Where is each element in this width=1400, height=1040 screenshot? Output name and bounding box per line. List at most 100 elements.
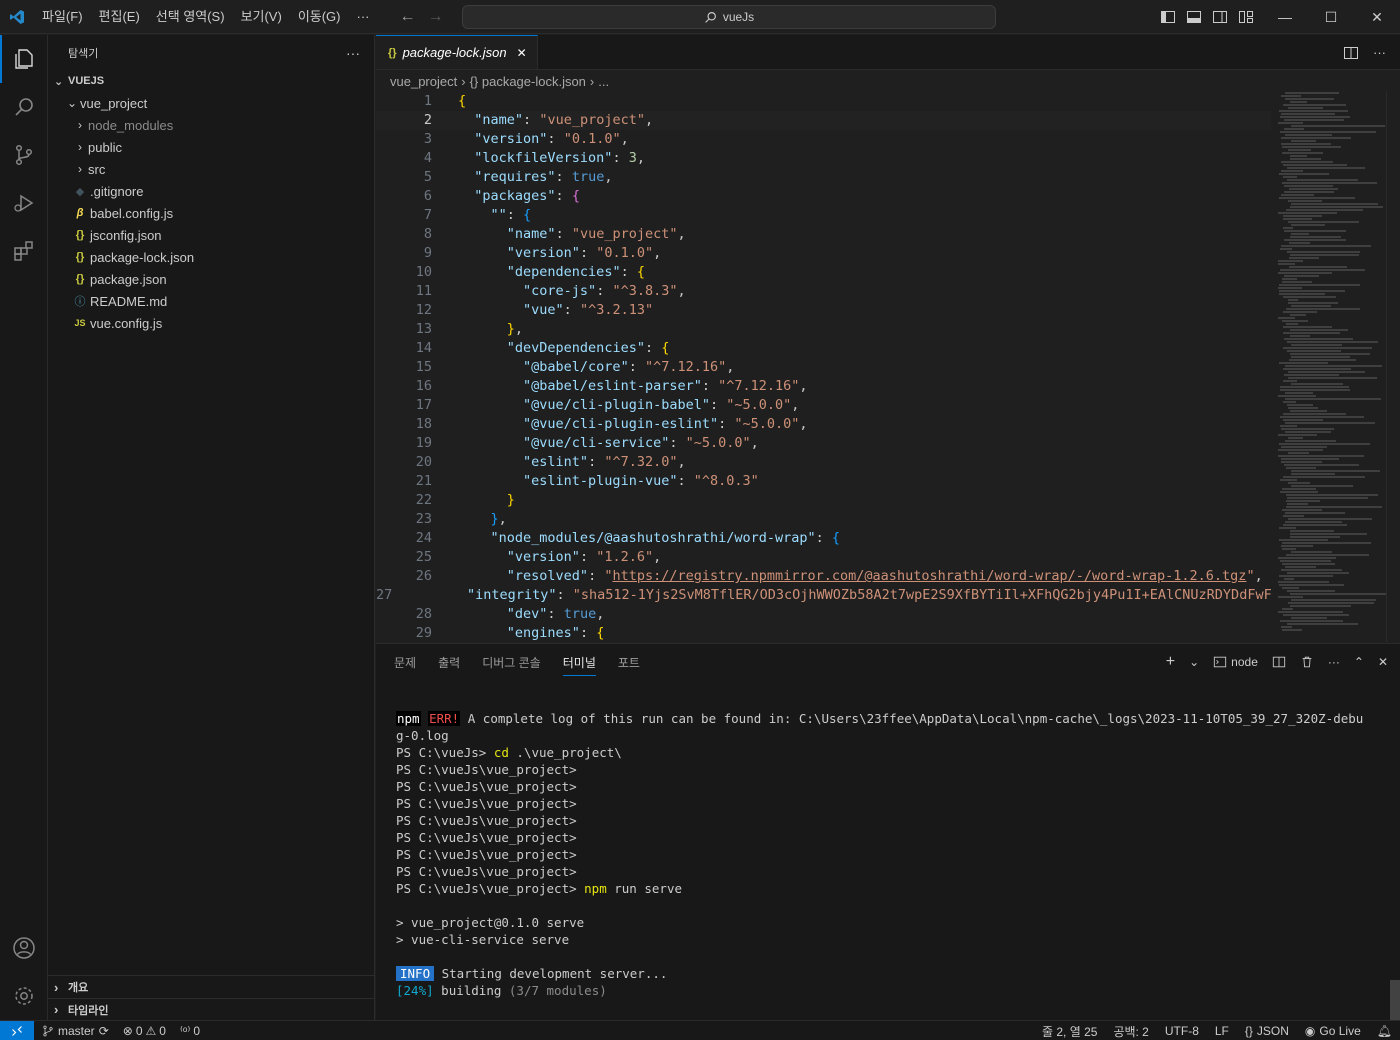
toggle-panel-icon[interactable] (1186, 9, 1202, 25)
cursor-position[interactable]: 줄 2, 열 25 (1042, 1023, 1097, 1040)
source-control-icon[interactable] (0, 131, 48, 179)
workspace-root[interactable]: ⌄ VUEJS (48, 70, 374, 92)
tree-file-babel-config[interactable]: β babel.config.js (48, 202, 374, 224)
accounts-icon[interactable] (0, 924, 48, 972)
menu-more[interactable]: ··· (349, 0, 378, 34)
tab-terminal[interactable]: 터미널 (562, 654, 596, 676)
minimap-line (1281, 461, 1322, 463)
language-mode[interactable]: {} JSON (1245, 1024, 1289, 1038)
tab-problems[interactable]: 문제 (394, 654, 416, 671)
split-terminal-icon[interactable] (1272, 655, 1286, 669)
tree-folder-src[interactable]: › src (48, 158, 374, 180)
minimap-line (1291, 125, 1385, 127)
tree-file-gitignore[interactable]: ◆ .gitignore (48, 180, 374, 202)
problems-indicator[interactable]: ⊗ 0 ⚠ 0 (123, 1024, 166, 1038)
end-of-line[interactable]: LF (1215, 1024, 1229, 1038)
search-activity-icon[interactable] (0, 83, 48, 131)
editor-scrollbar[interactable] (1386, 92, 1400, 642)
minimap-line (1280, 425, 1297, 427)
tree-file-jsconfig[interactable]: {} jsconfig.json (48, 224, 374, 246)
tree-folder-public[interactable]: › public (48, 136, 374, 158)
ports-indicator[interactable]: ⁽ᵒ⁾ 0 (180, 1024, 200, 1038)
manage-gear-icon[interactable] (0, 972, 48, 1020)
minimap-line (1284, 239, 1346, 241)
tree-file-package[interactable]: {} package.json (48, 268, 374, 290)
minimap-line (1283, 476, 1365, 478)
tree-file-vue-config[interactable]: JS vue.config.js (48, 312, 374, 334)
explorer-icon[interactable] (0, 35, 48, 83)
toggle-primary-sidebar-icon[interactable] (1160, 9, 1176, 25)
json-file-icon: {} (75, 273, 85, 285)
chevron-down-icon[interactable]: ⌄ (1189, 655, 1199, 669)
remote-indicator-icon[interactable] (0, 1020, 34, 1040)
minimap-line (1290, 410, 1327, 412)
maximize-panel-icon[interactable]: ⌃ (1354, 655, 1364, 669)
editor-more-actions-icon[interactable]: ··· (1373, 45, 1386, 60)
minimap-line (1286, 500, 1320, 502)
trash-icon[interactable] (1300, 655, 1314, 669)
close-tab-icon[interactable]: ✕ (517, 46, 527, 60)
tree-file-package-lock[interactable]: {} package-lock.json (48, 246, 374, 268)
menu-view[interactable]: 보기(V) (233, 0, 290, 34)
toggle-secondary-sidebar-icon[interactable] (1212, 9, 1228, 25)
minimap-line (1283, 614, 1349, 616)
minimap-line (1289, 188, 1338, 190)
timeline-section[interactable]: › 타임라인 (48, 998, 375, 1020)
terminal-icon (1214, 656, 1227, 668)
breadcrumb-file[interactable]: {} package-lock.json (470, 74, 586, 89)
minimap-line (1283, 380, 1297, 382)
tab-debug-console[interactable]: 디버그 콘솔 (482, 654, 541, 671)
minimize-button[interactable]: — (1262, 0, 1308, 34)
menu-selection[interactable]: 선택 영역(S) (148, 0, 233, 34)
command-center-search[interactable]: vueJs (462, 5, 996, 29)
back-arrow-icon[interactable]: ← (400, 8, 416, 26)
explorer-more-actions-button[interactable]: ··· (346, 45, 360, 61)
minimap[interactable] (1272, 92, 1386, 642)
close-panel-icon[interactable]: ✕ (1378, 655, 1388, 669)
menu-go[interactable]: 이동(G) (290, 0, 349, 34)
terminal-line: PS C:\vueJs\vue_project> (396, 830, 577, 845)
tree-folder-node-modules[interactable]: › node_modules (48, 114, 374, 136)
code-line: 16 "@babel/eslint-parser": "^7.12.16", (415, 378, 808, 394)
branch-indicator[interactable]: master ⟳ (42, 1024, 109, 1038)
indentation[interactable]: 공백: 2 (1113, 1023, 1148, 1040)
encoding[interactable]: UTF-8 (1165, 1024, 1199, 1038)
chevron-down-icon: ⌄ (54, 75, 64, 88)
maximize-button[interactable]: ☐ (1308, 0, 1354, 34)
forward-arrow-icon[interactable]: → (428, 8, 444, 26)
close-window-button[interactable]: ✕ (1354, 0, 1400, 34)
minimap-line (1288, 149, 1311, 151)
terminal-scrollbar[interactable] (1390, 980, 1400, 1020)
code-editor[interactable]: 1{ 2 "name": "vue_project", 3 "version":… (376, 92, 1271, 642)
minimap-line (1278, 611, 1343, 613)
minimap-line (1286, 467, 1316, 469)
split-editor-icon[interactable] (1343, 45, 1359, 61)
code-line: 6 "packages": { (423, 188, 580, 204)
tab-ports[interactable]: 포트 (618, 654, 640, 671)
new-terminal-icon[interactable]: + (1166, 653, 1175, 671)
minimap-line (1281, 428, 1334, 430)
tab-package-lock-json[interactable]: {} package-lock.json ✕ (376, 35, 538, 69)
notifications-bell-icon[interactable]: 🔔︎ (1377, 1024, 1392, 1038)
panel-more-actions-icon[interactable]: ··· (1328, 655, 1340, 669)
minimap-line (1279, 284, 1360, 286)
breadcrumb-symbol[interactable]: ... (598, 74, 609, 89)
minimap-line (1282, 608, 1293, 610)
tree-folder-vue-project[interactable]: ⌄ vue_project (48, 92, 374, 114)
go-live-button[interactable]: ◉ Go Live (1305, 1024, 1361, 1038)
menu-edit[interactable]: 편집(E) (91, 0, 148, 34)
chevron-down-icon: ⌄ (66, 96, 78, 110)
tree-file-readme[interactable]: ⓘ README.md (48, 290, 374, 312)
run-debug-icon[interactable] (0, 179, 48, 227)
code-line: 22 } (415, 492, 515, 508)
terminal-instance[interactable]: node (1213, 655, 1258, 669)
extensions-icon[interactable] (0, 227, 48, 275)
breadcrumb-folder[interactable]: vue_project (390, 74, 457, 89)
terminal-output[interactable]: npm ERR! A complete log of this run can … (396, 710, 1386, 999)
customize-layout-icon[interactable] (1238, 9, 1254, 25)
minimap-line (1281, 95, 1301, 97)
outline-section[interactable]: › 개요 (48, 976, 375, 998)
tab-output[interactable]: 출력 (438, 654, 460, 671)
menu-file[interactable]: 파일(F) (34, 0, 91, 34)
code-line: 21 "eslint-plugin-vue": "^8.0.3" (415, 473, 759, 489)
